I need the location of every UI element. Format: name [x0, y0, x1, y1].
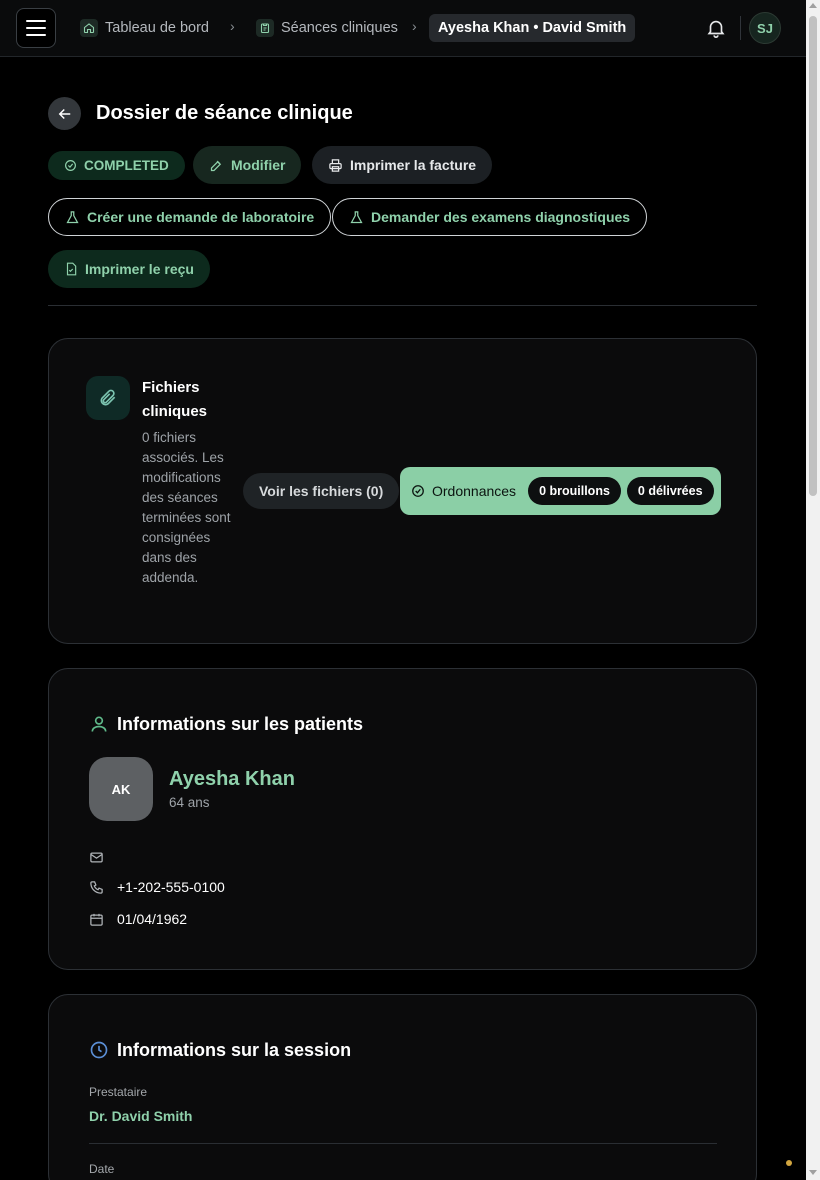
delivered-badge: 0 délivrées — [626, 477, 714, 505]
patient-phone-row: +1-202-555-0100 — [89, 877, 225, 897]
home-icon — [80, 19, 98, 37]
breadcrumb-sessions[interactable]: Séances cliniques — [250, 14, 404, 42]
clinical-files-card: Fichiers cliniques 0 fichiers associés. … — [48, 338, 757, 644]
clock-icon — [90, 1041, 108, 1059]
files-description: 0 fichiers associés. Les modifications d… — [142, 430, 231, 585]
diagnostics-request-button[interactable]: Demander des examens diagnostiques — [332, 198, 648, 236]
status-dot — [786, 1160, 792, 1166]
breadcrumb-current: Ayesha Khan • David Smith — [429, 14, 636, 42]
lab-request-button[interactable]: Créer une demande de laboratoire — [48, 198, 332, 236]
page-title: Dossier de séance clinique — [96, 102, 353, 124]
breadcrumb-label: Tableau de bord — [105, 20, 209, 36]
scrollbar-thumb[interactable] — [809, 16, 817, 496]
arrow-left-icon — [58, 108, 70, 119]
edit-button[interactable]: Modifier — [193, 146, 302, 184]
patient-dob: 01/04/1962 — [117, 911, 188, 927]
print-receipt-button[interactable]: Imprimer le reçu — [48, 250, 210, 288]
bell-icon[interactable] — [705, 17, 727, 39]
edit-icon — [210, 160, 222, 171]
patient-section-title: Informations sur les patients — [117, 714, 364, 734]
clipboard-icon — [256, 19, 274, 37]
date-label: Date — [89, 1162, 115, 1176]
status-badge: COMPLETED — [48, 151, 185, 180]
hamburger-line — [26, 20, 46, 22]
page: Tableau de bord › Séances cliniques › Ay… — [0, 0, 820, 1180]
phone-icon — [90, 880, 103, 894]
flask-icon — [350, 210, 363, 223]
user-icon — [91, 716, 107, 732]
calendar-icon — [90, 913, 103, 926]
patient-name[interactable]: Ayesha Khan — [169, 768, 295, 791]
patient-age: 64 ans — [169, 795, 210, 810]
prescriptions-button[interactable]: Ordonnances 0 brouillons 0 délivrées — [400, 467, 721, 515]
user-avatar[interactable]: SJ — [749, 12, 781, 44]
diagnostics-label: Demander des examens diagnostiques — [371, 209, 631, 225]
back-button[interactable] — [48, 97, 81, 130]
edit-label: Modifier — [231, 157, 286, 173]
scroll-up-arrow[interactable] — [809, 3, 817, 8]
patient-dob-row: 01/04/1962 — [89, 909, 187, 929]
provider-value: Dr. David Smith — [89, 1108, 193, 1124]
view-files-button[interactable]: Voir les fichiers (0) — [243, 473, 400, 509]
file-check-icon — [66, 262, 77, 276]
provider-label: Prestataire — [89, 1085, 148, 1099]
status-label: COMPLETED — [84, 158, 169, 173]
scroll-down-arrow[interactable] — [809, 1170, 817, 1175]
flask-icon — [66, 210, 79, 223]
session-section-title: Informations sur la session — [117, 1040, 352, 1060]
printer-icon — [329, 158, 342, 172]
print-invoice-button[interactable]: Imprimer la facture — [312, 146, 493, 184]
lab-request-label: Créer une demande de laboratoire — [87, 209, 315, 225]
prescriptions-label: Ordonnances — [432, 483, 517, 499]
divider — [740, 16, 741, 40]
top-bar: Tableau de bord › Séances cliniques › Ay… — [0, 0, 806, 57]
session-info-card: Informations sur la session Prestataire … — [48, 994, 757, 1180]
print-receipt-label: Imprimer le reçu — [85, 261, 194, 277]
divider — [89, 1143, 717, 1144]
check-circle-icon — [65, 160, 76, 171]
patient-email-row — [89, 847, 117, 867]
print-invoice-label: Imprimer la facture — [350, 157, 477, 173]
patient-phone: +1-202-555-0100 — [117, 879, 225, 895]
patient-avatar: AK — [89, 757, 153, 821]
drafts-badge: 0 brouillons — [528, 477, 621, 505]
chevron-right-icon: › — [412, 18, 417, 34]
menu-button[interactable] — [16, 8, 56, 48]
breadcrumb-dashboard[interactable]: Tableau de bord — [74, 14, 215, 42]
divider — [48, 305, 757, 306]
chevron-right-icon: › — [230, 18, 235, 34]
hamburger-line — [26, 27, 46, 29]
check-circle-icon — [412, 485, 424, 497]
breadcrumb-label: Séances cliniques — [281, 20, 398, 36]
patient-info-card: Informations sur les patients AK Ayesha … — [48, 668, 757, 970]
paperclip-icon — [86, 376, 130, 420]
hamburger-line — [26, 34, 46, 36]
mail-icon — [90, 852, 103, 862]
files-title: Fichiers cliniques — [142, 379, 208, 420]
